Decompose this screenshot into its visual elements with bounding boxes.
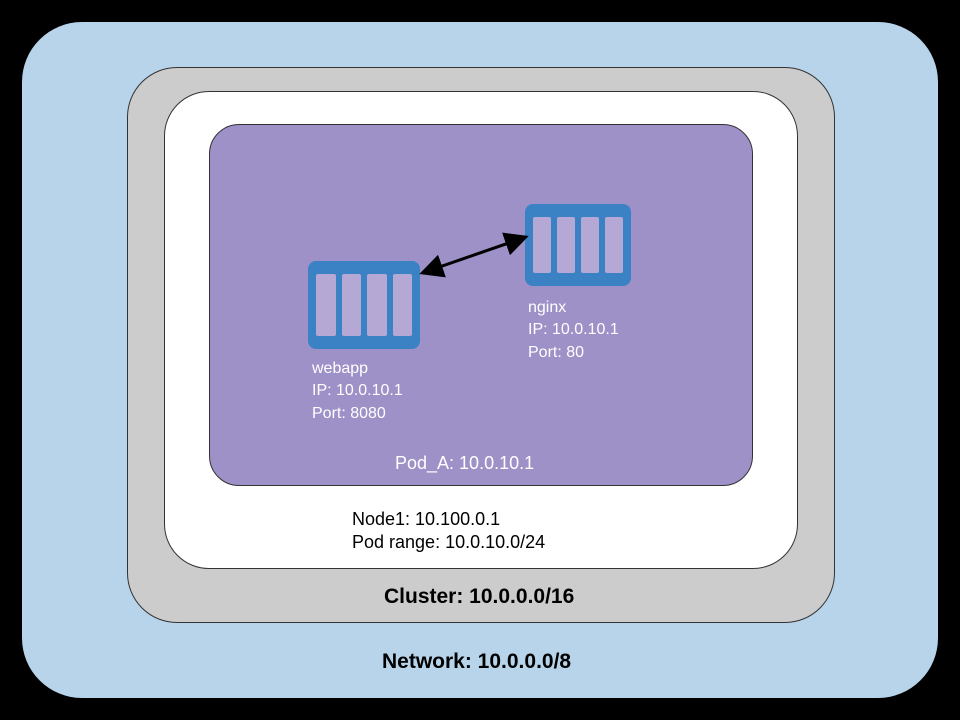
network-caption: Network: 10.0.0.0/8: [382, 650, 571, 674]
webapp-name: webapp: [312, 358, 403, 380]
container-bar: [367, 274, 387, 336]
pod-caption: Pod_A: 10.0.10.1: [395, 453, 534, 474]
nginx-port: Port: 80: [528, 342, 619, 364]
container-bar: [557, 217, 575, 273]
cluster-caption: Cluster: 10.0.0.0/16: [384, 585, 574, 609]
webapp-container-icon: [308, 261, 420, 349]
nginx-name: nginx: [528, 297, 619, 319]
node-caption: Node1: 10.100.0.1 Pod range: 10.0.10.0/2…: [352, 508, 545, 555]
container-bar: [316, 274, 336, 336]
webapp-label: webapp IP: 10.0.10.1 Port: 8080: [312, 358, 403, 425]
container-bar: [605, 217, 623, 273]
node-line1: Node1: 10.100.0.1: [352, 508, 545, 531]
nginx-container-icon: [525, 204, 631, 286]
container-bar: [393, 274, 413, 336]
nginx-label: nginx IP: 10.0.10.1 Port: 80: [528, 297, 619, 364]
nginx-ip: IP: 10.0.10.1: [528, 319, 619, 341]
container-bar: [533, 217, 551, 273]
node-line2: Pod range: 10.0.10.0/24: [352, 531, 545, 554]
webapp-port: Port: 8080: [312, 403, 403, 425]
container-bar: [581, 217, 599, 273]
pod-box: [209, 124, 753, 486]
container-bar: [342, 274, 362, 336]
webapp-ip: IP: 10.0.10.1: [312, 380, 403, 402]
